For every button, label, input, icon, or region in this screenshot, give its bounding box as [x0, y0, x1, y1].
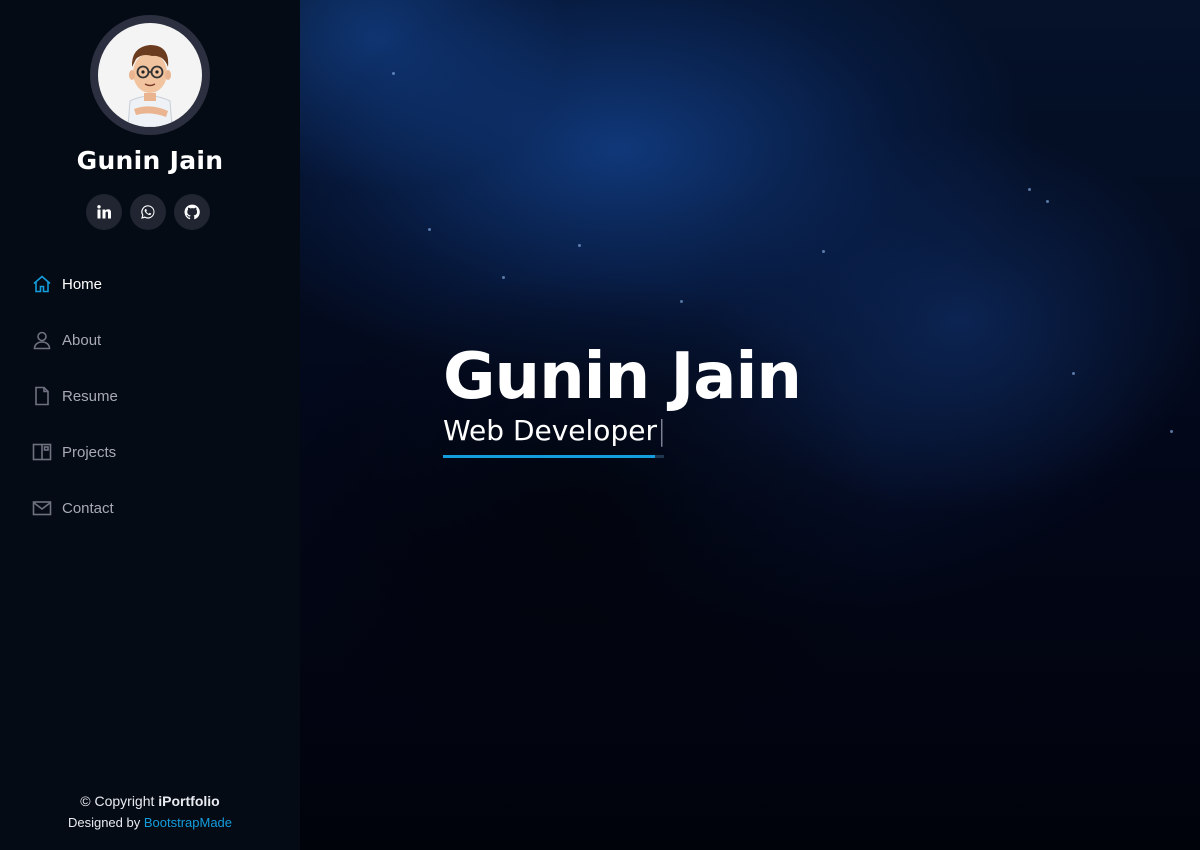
layout-icon — [31, 441, 53, 463]
linkedin-icon — [97, 205, 111, 219]
file-icon — [31, 385, 53, 407]
nav-item-label: About — [62, 331, 102, 349]
linkedin-link[interactable] — [86, 194, 122, 230]
bootstrapmade-link[interactable]: BootstrapMade — [144, 815, 232, 830]
nav-item-label: Projects — [62, 443, 117, 461]
whatsapp-icon — [141, 205, 155, 219]
social-links — [86, 194, 210, 230]
typed-cursor: | — [656, 414, 667, 447]
nav-item-label: Resume — [62, 387, 118, 405]
copyright: © Copyright iPortfolio — [0, 790, 300, 812]
nav-item-label: Contact — [62, 499, 114, 517]
typed-underline — [443, 455, 664, 458]
profile-name: Gunin Jain — [76, 146, 224, 175]
copyright-prefix: © Copyright — [80, 793, 159, 809]
nav-item-about[interactable]: About — [0, 312, 300, 368]
hero-overlay — [300, 0, 1200, 850]
typed-text: Web Developer — [443, 414, 657, 447]
whatsapp-link[interactable] — [130, 194, 166, 230]
hero-subtitle: Web Developer| — [443, 414, 666, 447]
credits-prefix: Designed by — [67, 815, 144, 830]
avatar-image — [98, 23, 202, 127]
github-icon — [184, 204, 200, 220]
sidebar: Gunin Jain Home About Resume Projects Co… — [0, 0, 300, 850]
nav-menu: Home About Resume Projects Contact — [0, 256, 300, 536]
credits: Designed by BootstrapMade — [0, 815, 300, 830]
nav-item-home[interactable]: Home — [0, 256, 300, 312]
nav-item-label: Home — [62, 275, 103, 293]
copyright-brand: iPortfolio — [158, 793, 220, 809]
nav-item-resume[interactable]: Resume — [0, 368, 300, 424]
hero-section: Gunin Jain Web Developer| — [300, 0, 1200, 850]
avatar — [90, 15, 210, 135]
hero-title: Gunin Jain — [443, 340, 802, 414]
envelope-icon — [31, 497, 53, 519]
sidebar-footer: © Copyright iPortfolio Designed by Boots… — [0, 790, 300, 830]
nav-item-contact[interactable]: Contact — [0, 480, 300, 536]
github-link[interactable] — [174, 194, 210, 230]
nav-item-projects[interactable]: Projects — [0, 424, 300, 480]
home-icon — [31, 273, 53, 295]
person-icon — [31, 329, 53, 351]
